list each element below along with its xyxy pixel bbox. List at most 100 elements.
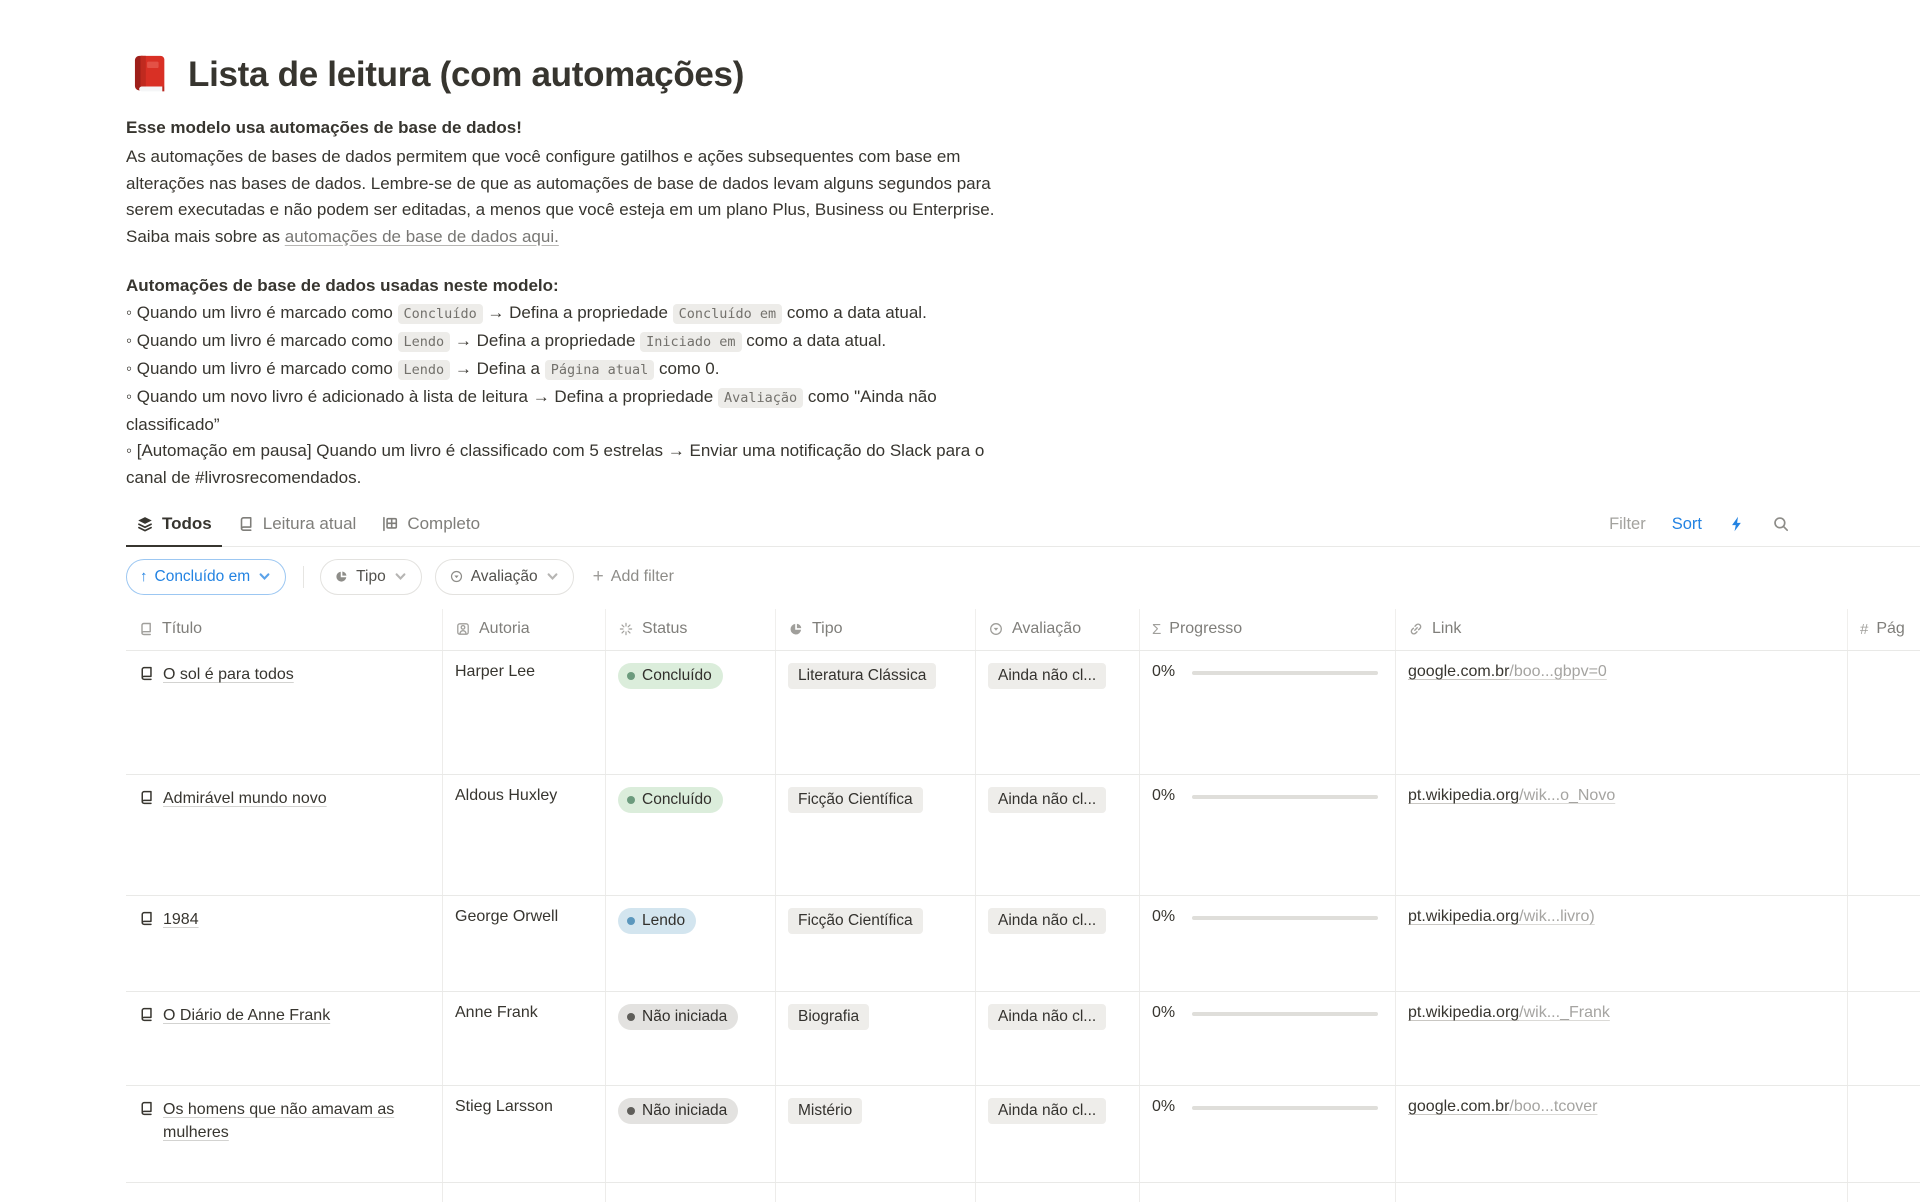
column-header-t-tulo[interactable]: Título [126, 609, 442, 650]
cell-tipo[interactable]: Ficção Científica [775, 896, 975, 991]
cell-tipo[interactable]: Ficção Científica [775, 775, 975, 895]
cell-author[interactable]: Stieg Larsson [442, 1086, 605, 1182]
link-domain[interactable]: pt.wikipedia.org [1408, 1004, 1519, 1021]
chevron-down-icon [257, 569, 272, 584]
bullet-text: como 0. [654, 359, 719, 378]
cell-link[interactable]: google.com.br/boo...gbpv=0 [1395, 651, 1847, 774]
search-icon[interactable] [1772, 515, 1790, 533]
cell-title[interactable]: O Diário de Anne Frank [126, 992, 442, 1085]
cell-progresso[interactable]: 0% [1139, 896, 1395, 991]
cell-link[interactable]: pt.wikipedia.org/wik..._Frank [1395, 992, 1847, 1085]
board-icon [381, 515, 399, 533]
cell-tipo[interactable]: Literatura Clássica [775, 651, 975, 774]
cell-pag[interactable] [1847, 651, 1920, 774]
view-tab-todos[interactable]: Todos [126, 508, 222, 547]
author-text: Anne Frank [455, 1004, 538, 1021]
cell-title[interactable]: Os homens que não amavam as mulheres [126, 1086, 442, 1182]
link-domain[interactable]: google.com.br [1408, 663, 1509, 680]
link-path[interactable]: /wik..._Frank [1519, 1004, 1610, 1021]
cell-title[interactable]: Admirável mundo novo [126, 775, 442, 895]
cell-pag[interactable] [1847, 992, 1920, 1085]
link-domain[interactable]: google.com.br [1408, 1098, 1509, 1115]
column-header-label: Título [162, 620, 202, 638]
inline-code-token: Página atual [545, 360, 655, 380]
link-path[interactable]: /boo...tcover [1509, 1098, 1597, 1115]
cell-tipo[interactable]: Mistério [775, 1086, 975, 1182]
filter-divider [303, 566, 304, 588]
cell-status[interactable]: Lendo [605, 896, 775, 991]
cell-author[interactable]: George Orwell [442, 896, 605, 991]
cell-avaliacao[interactable]: Ainda não cl... [975, 775, 1139, 895]
row-title-link[interactable]: O sol é para todos [163, 663, 294, 686]
cell-progresso[interactable]: 0% [1139, 1086, 1395, 1182]
cell-avaliacao[interactable]: Ainda não cl... [975, 1086, 1139, 1182]
add-filter-button[interactable]: + Add filter [593, 567, 674, 586]
filter-pill-avaliacao[interactable]: Avaliação [435, 559, 574, 595]
progress-bar [1192, 1106, 1378, 1111]
column-header-progresso[interactable]: ΣProgresso [1139, 609, 1395, 650]
cell-status[interactable]: Não iniciada [605, 992, 775, 1085]
cell-author[interactable]: Anne Frank [442, 992, 605, 1085]
view-tab-label: Leitura atual [263, 514, 357, 534]
filter-control[interactable]: Filter [1609, 515, 1646, 534]
cell-pag[interactable] [1847, 896, 1920, 991]
cell-avaliacao[interactable]: Ainda não cl... [975, 651, 1139, 774]
cell-avaliacao[interactable]: Ainda não cl... [975, 896, 1139, 991]
inline-code-token: Lendo [398, 332, 451, 352]
page-title: Lista de leitura (com automações) [126, 52, 1920, 98]
automations-doc-link[interactable]: automações de base de dados aqui. [285, 227, 559, 246]
row-title-link[interactable]: O Diário de Anne Frank [163, 1004, 330, 1027]
cell-author[interactable]: Harper Lee [442, 651, 605, 774]
red-book-emoji[interactable] [126, 52, 172, 98]
cell-link[interactable]: pt.wikipedia.org/wik...o_Novo [1395, 775, 1847, 895]
person-icon [455, 621, 471, 637]
cell-link[interactable]: pt.wikipedia.org/wik...livro) [1395, 896, 1847, 991]
book-icon [138, 665, 155, 682]
dropdown-circle-icon [449, 569, 464, 584]
link-domain[interactable]: pt.wikipedia.org [1408, 908, 1519, 925]
tipo-tag: Biografia [788, 1004, 869, 1030]
link-path[interactable]: /wik...livro) [1519, 908, 1595, 925]
row-title-link[interactable]: 1984 [163, 908, 199, 931]
sort-pill-concluido-em[interactable]: ↑ Concluído em [126, 559, 286, 595]
cell-author[interactable]: Aldous Huxley [442, 775, 605, 895]
lightning-icon[interactable] [1728, 515, 1746, 533]
cell-status[interactable]: Concluído [605, 651, 775, 774]
cell-title[interactable]: 1984 [126, 896, 442, 991]
table-row: Os homens que não amavam as mulheres Stie… [126, 1086, 1920, 1183]
column-header-autoria[interactable]: Autoria [442, 609, 605, 650]
cell-title[interactable]: O sol é para todos [126, 651, 442, 774]
cell-status[interactable]: Não iniciada [605, 1086, 775, 1182]
column-header-avalia-o[interactable]: Avaliação [975, 609, 1139, 650]
progress-widget: 0% [1152, 908, 1383, 926]
cell-link[interactable]: google.com.br/boo...tcover [1395, 1086, 1847, 1182]
intro-paragraph: As automações de bases de dados permitem… [126, 144, 1231, 224]
bullet-text: Quando um novo livro é adicionado à list… [137, 387, 718, 406]
cell-empty [605, 1183, 775, 1202]
cell-progresso[interactable]: 0% [1139, 775, 1395, 895]
row-title-link[interactable]: Admirável mundo novo [163, 787, 327, 810]
view-tab-completo[interactable]: Completo [371, 508, 490, 547]
status-dot-icon [627, 796, 635, 804]
intro-learn-more: Saiba mais sobre as automações de base d… [126, 224, 1231, 251]
row-title-link[interactable]: Os homens que não amavam as mulheres [163, 1098, 430, 1144]
sort-control[interactable]: Sort [1672, 515, 1702, 534]
cell-pag[interactable] [1847, 1086, 1920, 1182]
column-header-tipo[interactable]: Tipo [775, 609, 975, 650]
cell-status[interactable]: Concluído [605, 775, 775, 895]
column-header-p-g[interactable]: #Pág [1847, 609, 1920, 650]
cell-empty [775, 1183, 975, 1202]
link-path[interactable]: /wik...o_Novo [1519, 787, 1615, 804]
column-header-status[interactable]: Status [605, 609, 775, 650]
column-header-link[interactable]: Link [1395, 609, 1847, 650]
link-path[interactable]: /boo...gbpv=0 [1509, 663, 1606, 680]
cell-pag[interactable] [1847, 775, 1920, 895]
link-domain[interactable]: pt.wikipedia.org [1408, 787, 1519, 804]
cell-avaliacao[interactable]: Ainda não cl... [975, 992, 1139, 1085]
filter-pill-tipo[interactable]: Tipo [320, 559, 422, 595]
view-tab-leitura-atual[interactable]: Leitura atual [227, 508, 367, 547]
cell-progresso[interactable]: 0% [1139, 651, 1395, 774]
automations-heading: Automações de base de dados usadas neste… [126, 276, 1231, 296]
cell-tipo[interactable]: Biografia [775, 992, 975, 1085]
cell-progresso[interactable]: 0% [1139, 992, 1395, 1085]
